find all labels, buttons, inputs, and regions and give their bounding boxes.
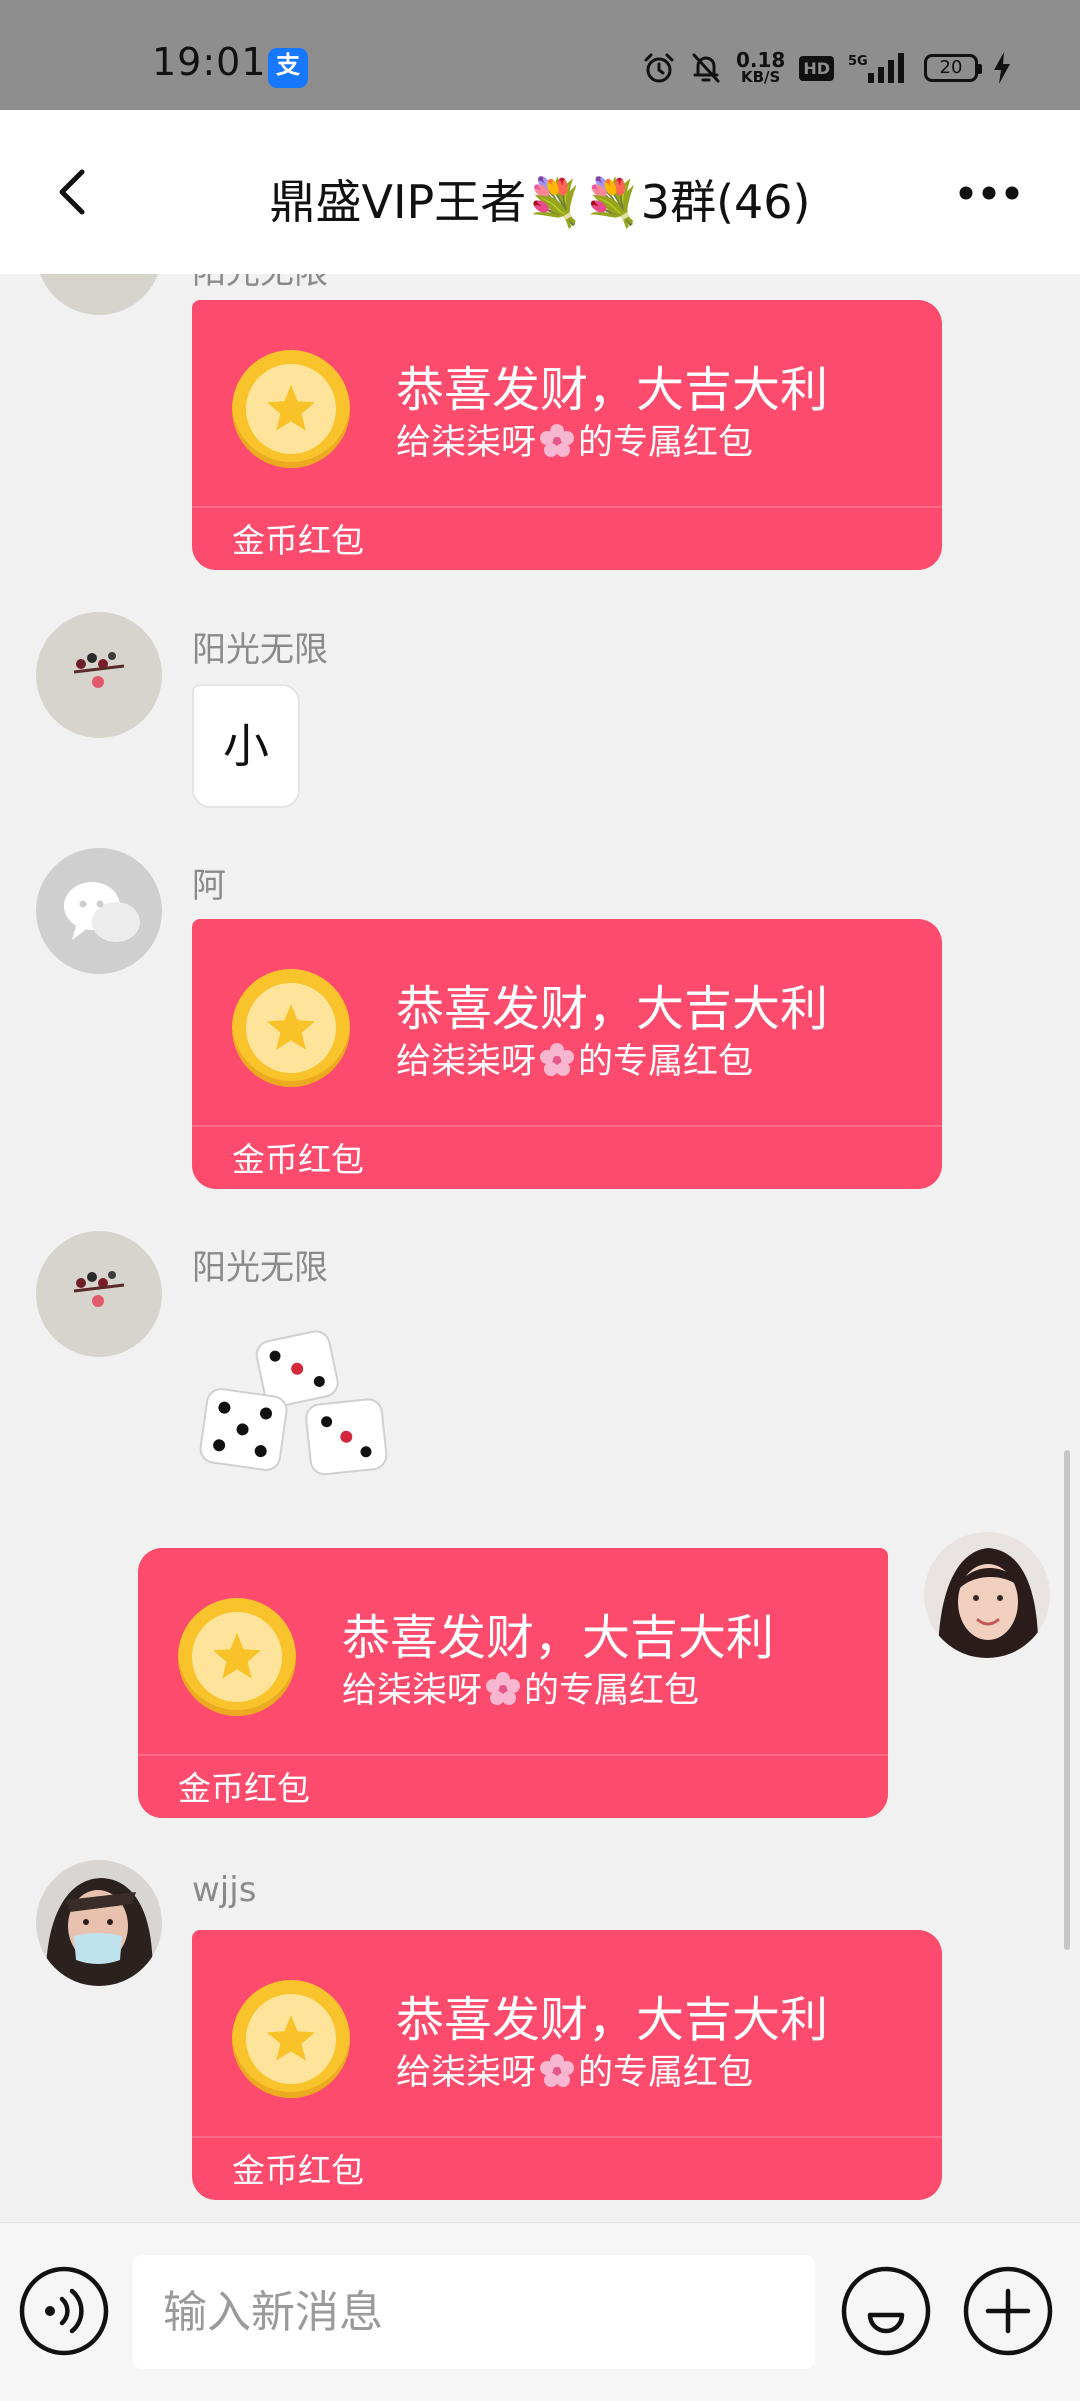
red-packet-greeting: 恭喜发财，大吉大利: [396, 1992, 829, 2048]
red-packet-recipient: 给柒柒呀: [396, 1042, 537, 1082]
red-packet-description: 给柒柒呀 的专属红包: [396, 414, 753, 465]
more-dots-icon[interactable]: [950, 176, 1028, 210]
sender-name: 阳光无限: [192, 274, 328, 293]
message-list[interactable]: 阳光无限 恭喜发财，大吉大利 给柒柒呀的专属红包 金币红包 阳光无限 小: [0, 274, 1080, 2222]
coin-icon: [232, 969, 350, 1087]
cherry-blossom-icon: [538, 422, 576, 460]
avatar[interactable]: [36, 1860, 162, 1986]
status-bar: 19:01 支 0.18 KB/S HD 5G 20: [0, 0, 1080, 110]
red-packet-description: 给柒柒呀 的专属红包: [396, 1033, 753, 1084]
red-packet[interactable]: 恭喜发财，大吉大利 给柒柒呀 的专属红包 金币红包: [192, 300, 942, 570]
avatar[interactable]: [36, 1231, 162, 1357]
charging-icon: [992, 51, 1012, 85]
avatar[interactable]: [36, 612, 162, 738]
red-packet-label: 金币红包: [232, 1140, 364, 1179]
voice-icon[interactable]: [18, 2265, 110, 2357]
scrollbar[interactable]: [1064, 1450, 1070, 1950]
dice-icon[interactable]: [194, 1324, 414, 1494]
sender-name: 阿: [192, 866, 226, 906]
red-packet-divider: [138, 1754, 888, 1756]
status-time: 19:01: [152, 40, 267, 84]
my-avatar[interactable]: [924, 1532, 1050, 1658]
battery-icon: 20: [924, 54, 982, 82]
red-packet-label: 金币红包: [178, 1769, 310, 1808]
coin-icon: [178, 1598, 296, 1716]
alipay-icon: 支: [268, 48, 308, 88]
network-speed: 0.18 KB/S: [736, 50, 785, 87]
message-input[interactable]: [133, 2255, 815, 2369]
cherry-blossom-icon: [484, 1670, 522, 1708]
chat-header: 鼎盛VIP王者💐💐3群(46): [0, 110, 1080, 274]
sender-name: 阳光无限: [192, 1248, 328, 1288]
svg-text:5G: 5G: [848, 54, 868, 69]
red-packet-desc-suffix: 的专属红包: [578, 1042, 754, 1082]
cherry-blossom-icon: [538, 1041, 576, 1079]
avatar[interactable]: [36, 848, 162, 974]
plus-icon[interactable]: [962, 2265, 1054, 2357]
red-packet-recipient: 给柒柒呀: [342, 1671, 483, 1711]
sender-name: 阳光无限: [192, 630, 328, 670]
red-packet-description: 给柒柒呀 的专属红包: [342, 1662, 699, 1713]
red-packet[interactable]: 恭喜发财，大吉大利 给柒柒呀 的专属红包 金币红包: [192, 919, 942, 1189]
red-packet-greeting: 恭喜发财，大吉大利: [396, 981, 829, 1037]
avatar[interactable]: [36, 274, 162, 315]
red-packet-desc-suffix: 的专属红包: [578, 423, 754, 463]
red-packet[interactable]: 恭喜发财，大吉大利 给柒柒呀 的专属红包 金币红包: [138, 1548, 888, 1818]
network-speed-unit: KB/S: [740, 68, 781, 87]
red-packet-desc-suffix: 的专属红包: [578, 2053, 754, 2093]
alarm-icon: [642, 51, 676, 85]
red-packet-label: 金币红包: [232, 521, 364, 560]
mute-bell-icon: [690, 51, 722, 85]
hd-icon: HD: [799, 55, 834, 81]
red-packet-divider: [192, 1125, 942, 1127]
sender-name: wjjs: [192, 1870, 257, 1910]
page-title: 鼎盛VIP王者💐💐3群(46): [269, 175, 811, 229]
emoji-icon[interactable]: [840, 2265, 932, 2357]
red-packet-desc-suffix: 的专属红包: [524, 1671, 700, 1711]
red-packet-recipient: 给柒柒呀: [396, 423, 537, 463]
coin-icon: [232, 350, 350, 468]
red-packet-greeting: 恭喜发财，大吉大利: [342, 1610, 775, 1666]
text-message-bubble[interactable]: 小: [192, 684, 300, 808]
signal-icon: 5G: [848, 51, 910, 85]
coin-icon: [232, 1980, 350, 2098]
back-arrow-icon[interactable]: [40, 158, 108, 226]
status-icons: 0.18 KB/S HD 5G 20: [642, 44, 1012, 92]
red-packet-divider: [192, 2136, 942, 2138]
cherry-blossom-icon: [538, 2052, 576, 2090]
red-packet-description: 给柒柒呀 的专属红包: [396, 2044, 753, 2095]
red-packet-divider: [192, 506, 942, 508]
red-packet-label: 金币红包: [232, 2151, 364, 2190]
red-packet-greeting: 恭喜发财，大吉大利: [396, 362, 829, 418]
red-packet-recipient: 给柒柒呀: [396, 2053, 537, 2093]
input-bar: [0, 2222, 1080, 2401]
red-packet[interactable]: 恭喜发财，大吉大利 给柒柒呀 的专属红包 金币红包: [192, 1930, 942, 2200]
